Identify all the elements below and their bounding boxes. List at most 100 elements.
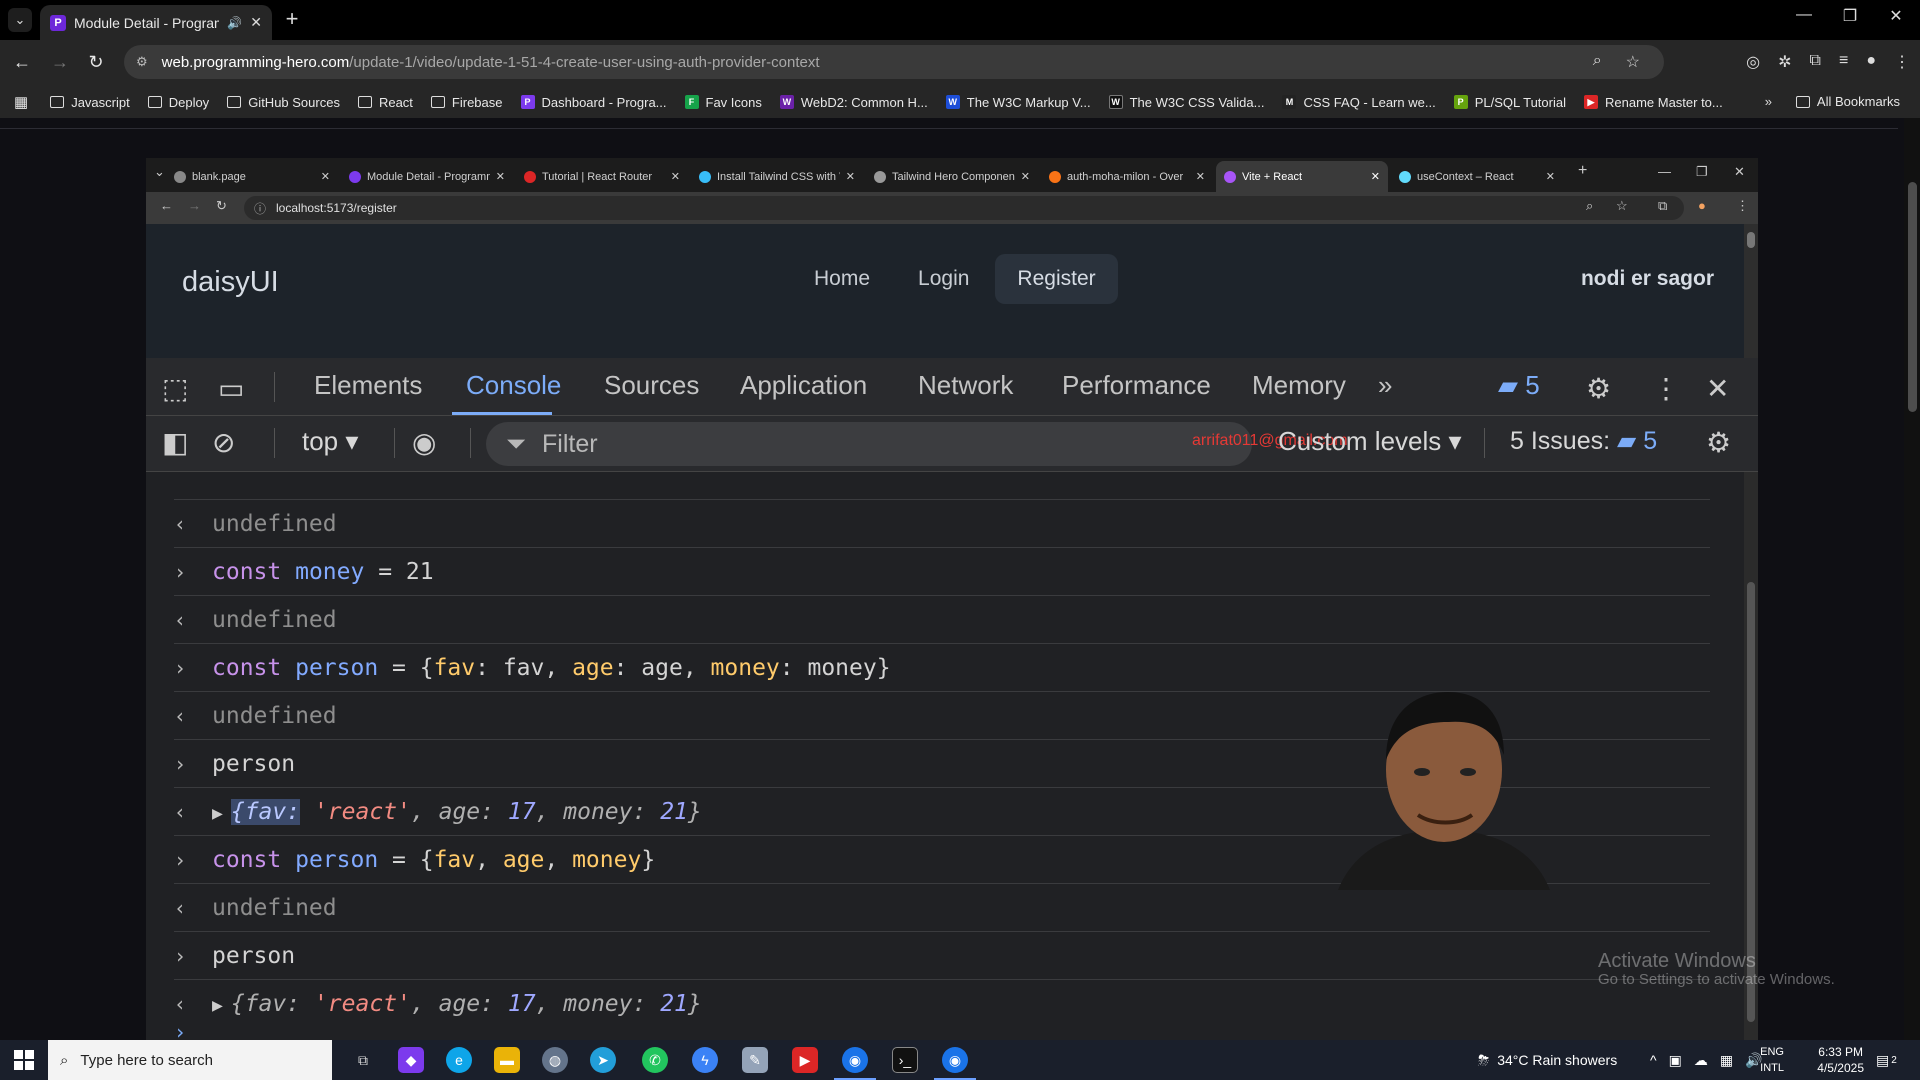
new-tab-button[interactable]: + xyxy=(280,8,304,32)
bookmark-item[interactable]: W WebD2: Common H... xyxy=(779,95,928,110)
edge-icon[interactable]: e xyxy=(446,1047,472,1073)
inner-restore-icon[interactable]: ❐ xyxy=(1696,164,1708,180)
inner-address-bar[interactable]: ⓘ localhost:5173/register xyxy=(244,196,1684,220)
app-icon[interactable]: ✎ xyxy=(742,1047,768,1073)
console-input-row[interactable]: › person xyxy=(174,932,1710,980)
reload-icon[interactable]: ↻ xyxy=(84,52,108,73)
taskbar-search[interactable]: ⌕ Type here to search xyxy=(48,1040,332,1080)
device-toolbar-icon[interactable]: ▭ xyxy=(218,372,244,405)
inner-tab-list-icon[interactable]: ⌄ xyxy=(154,164,165,180)
active-browser-tab[interactable]: P Module Detail - Programm 🔊 ✕ xyxy=(40,5,272,40)
console-filter-input[interactable]: ⏷ Filter xyxy=(486,422,1252,466)
page-scrollbar-thumb[interactable] xyxy=(1908,182,1917,412)
tab-search-button[interactable]: ⌄ xyxy=(8,8,32,32)
profile-avatar[interactable]: ● xyxy=(1866,52,1876,72)
close-tab-icon[interactable]: ✕ xyxy=(1021,170,1030,183)
inner-extensions-icon[interactable]: ⧉ xyxy=(1658,198,1667,214)
close-window-icon[interactable]: ✕ xyxy=(1876,6,1916,26)
bookmark-item[interactable]: P Dashboard - Progra... xyxy=(520,95,667,110)
issues-counter[interactable]: 5 Issues: ▰ 5 xyxy=(1510,426,1657,456)
nav-login[interactable]: Login xyxy=(896,254,991,304)
navbar-right-text[interactable]: nodi er sagor xyxy=(1581,267,1714,291)
inner-new-tab-icon[interactable]: + xyxy=(1578,162,1587,180)
clock[interactable]: 6:33 PM 4/5/2025 xyxy=(1817,1044,1864,1076)
sidebar-toggle-icon[interactable]: ◧ xyxy=(162,426,188,459)
console-prompt-icon[interactable]: › xyxy=(174,1020,186,1040)
telegram-icon[interactable]: ➤ xyxy=(590,1047,616,1073)
inner-zoom-icon[interactable]: ⌕ xyxy=(1586,198,1593,214)
app-icon[interactable]: ◍ xyxy=(542,1047,568,1073)
console-input-row[interactable]: › const person = {fav: fav, age: age, mon… xyxy=(174,644,1710,692)
close-tab-icon[interactable]: ✕ xyxy=(1196,170,1205,183)
tab-application[interactable]: Application xyxy=(740,370,867,401)
bookmark-item[interactable]: F Fav Icons xyxy=(684,95,762,110)
close-tab-icon[interactable]: ✕ xyxy=(321,170,330,183)
network-icon[interactable]: ▦ xyxy=(1720,1052,1733,1069)
console-input-row[interactable]: › const money = 21 xyxy=(174,548,1710,596)
extensions-puzzle-icon[interactable]: ⧉ xyxy=(1810,52,1821,72)
expand-triangle-icon[interactable]: ▶ xyxy=(212,803,223,824)
chrome-icon[interactable]: ◉ xyxy=(834,1047,876,1080)
inner-profile-avatar[interactable]: ● xyxy=(1698,198,1706,213)
restore-icon[interactable]: ❐ xyxy=(1830,6,1870,26)
console-settings-gear-icon[interactable]: ⚙ xyxy=(1706,426,1731,459)
extension-2-icon[interactable]: ✲ xyxy=(1778,52,1791,72)
inner-tab-active[interactable]: Vite + React ✕ xyxy=(1216,161,1388,192)
nav-home[interactable]: Home xyxy=(792,254,892,304)
expand-triangle-icon[interactable]: ▶ xyxy=(212,995,223,1016)
extension-1-icon[interactable]: ◎ xyxy=(1746,52,1760,72)
inner-tab[interactable]: Tutorial | React Router ✕ xyxy=(516,161,688,192)
back-icon[interactable]: ← xyxy=(10,52,34,73)
bookmark-item[interactable]: M CSS FAQ - Learn we... xyxy=(1282,95,1436,110)
settings-gear-icon[interactable]: ⚙ xyxy=(1586,372,1611,405)
chevron-up-icon[interactable]: ^ xyxy=(1650,1052,1657,1068)
weather-widget[interactable]: ⛈ 34°C Rain showers xyxy=(1478,1040,1617,1080)
site-info-icon[interactable]: ⚙ xyxy=(136,54,148,70)
inner-close-icon[interactable]: ✕ xyxy=(1734,164,1745,180)
close-tab-icon[interactable]: ✕ xyxy=(496,170,505,183)
task-view-icon[interactable]: ⧉ xyxy=(350,1047,376,1073)
inspect-element-icon[interactable]: ⬚ xyxy=(162,372,188,405)
tab-network[interactable]: Network xyxy=(918,370,1013,401)
messenger-icon[interactable]: ϟ xyxy=(692,1047,718,1073)
menu-kebab-icon[interactable]: ⋮ xyxy=(1894,52,1910,72)
app-logo[interactable]: daisyUI xyxy=(182,266,279,299)
address-bar[interactable]: ⚙ web.programming-hero.com /update-1/vid… xyxy=(124,45,1664,79)
close-tab-icon[interactable]: ✕ xyxy=(250,14,262,31)
cloud-icon[interactable]: ☁ xyxy=(1694,1052,1708,1069)
meet-icon[interactable]: ▣ xyxy=(1669,1052,1682,1069)
inner-star-icon[interactable]: ☆ xyxy=(1616,198,1628,214)
inner-tab[interactable]: auth-moha-milon - Over ✕ xyxy=(1041,161,1213,192)
bookmark-item[interactable]: Javascript xyxy=(50,95,130,110)
inner-menu-icon[interactable]: ⋮ xyxy=(1736,198,1749,214)
more-bookmarks-icon[interactable]: » xyxy=(1765,94,1772,109)
tab-performance[interactable]: Performance xyxy=(1062,370,1211,401)
log-levels-dropdown[interactable]: Custom levels ▾ xyxy=(1278,426,1462,457)
zoom-icon[interactable]: ⌕ xyxy=(1593,52,1602,72)
app-scrollbar[interactable] xyxy=(1744,224,1758,358)
inner-tab[interactable]: blank.page ✕ xyxy=(166,161,338,192)
start-windows-icon[interactable] xyxy=(14,1050,34,1070)
all-bookmarks-button[interactable]: All Bookmarks xyxy=(1795,94,1900,109)
more-tabs-icon[interactable]: » xyxy=(1378,370,1392,401)
bookmark-item[interactable]: P PL/SQL Tutorial xyxy=(1453,95,1566,110)
inner-tab[interactable]: useContext – React ✕ xyxy=(1391,161,1563,192)
bookmark-item[interactable]: W The W3C CSS Valida... xyxy=(1108,95,1264,110)
file-explorer-icon[interactable]: ▬ xyxy=(494,1047,520,1073)
bookmark-item[interactable]: ▶ Rename Master to... xyxy=(1583,95,1723,110)
whatsapp-icon[interactable]: ✆ xyxy=(642,1047,668,1073)
forward-icon[interactable]: → xyxy=(48,52,72,73)
inner-minimize-icon[interactable]: — xyxy=(1658,164,1671,179)
close-tab-icon[interactable]: ✕ xyxy=(671,170,680,183)
bookmark-item[interactable]: GitHub Sources xyxy=(227,95,340,110)
close-tab-icon[interactable]: ✕ xyxy=(846,170,855,183)
tab-elements[interactable]: Elements xyxy=(314,370,422,401)
clear-console-icon[interactable]: ⊘ xyxy=(212,426,235,459)
minimize-icon[interactable]: — xyxy=(1784,6,1824,24)
inner-tab[interactable]: Module Detail - Programm ✕ xyxy=(341,161,513,192)
speaker-icon[interactable]: 🔊 xyxy=(227,16,242,30)
media-controls-icon[interactable]: ≡ xyxy=(1839,52,1848,72)
tab-console[interactable]: Console xyxy=(466,370,561,401)
page-scrollbar[interactable] xyxy=(1904,118,1920,1040)
bookmark-star-icon[interactable]: ☆ xyxy=(1626,52,1640,72)
